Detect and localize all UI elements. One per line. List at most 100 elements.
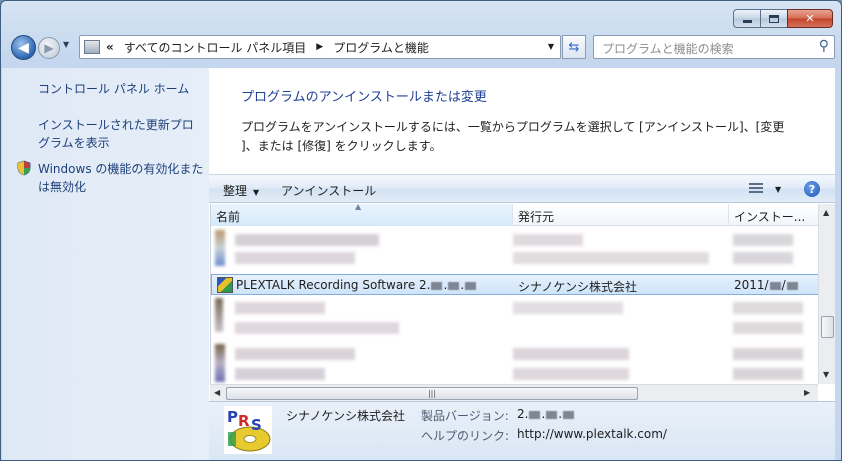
windows-features-link-line2[interactable]: は無効化 [38, 178, 86, 196]
forward-arrow-icon: ▶ [44, 41, 54, 55]
breadcrumb-overflow[interactable]: « [106, 40, 114, 54]
minimize-icon [742, 20, 752, 23]
program-name-text: PLEXTALK Recording Software 2. [236, 278, 431, 292]
svg-text:S: S [251, 416, 262, 434]
close-icon: ✕ [805, 12, 815, 25]
redacted-program-icon [215, 344, 225, 382]
redacted-text [235, 252, 355, 264]
windows-features-link[interactable]: Windows の機能の有効化また [38, 160, 203, 178]
help-link-value[interactable]: http://www.plextalk.com/ [517, 427, 667, 441]
column-publisher[interactable]: 発行元 [513, 204, 729, 226]
main-content: プログラムのアンインストールまたは変更 プログラムをアンインストールするには、一… [209, 68, 835, 460]
search-input[interactable]: プログラムと機能の検索 ⚲ [593, 35, 835, 59]
close-button[interactable]: ✕ [787, 9, 833, 28]
redacted-text [513, 302, 623, 314]
view-installed-updates-link[interactable]: インストールされた更新プロ [38, 116, 194, 134]
refresh-button[interactable]: ⇆ [562, 35, 586, 59]
vertical-scrollbar[interactable]: ▲ ▼ [818, 204, 835, 384]
redacted-text [513, 234, 583, 246]
redacted-date [769, 281, 781, 290]
redacted-date [786, 281, 798, 290]
redacted-text [733, 252, 793, 264]
programs-list: 名前 ▲ 発行元 インストー... PLEXTALK Recording Sof… [210, 202, 819, 384]
redacted-text [513, 368, 629, 380]
control-panel-home-link[interactable]: コントロール パネル ホーム [38, 80, 189, 98]
redacted-program-icon [215, 298, 223, 332]
version-value-text: 2. [517, 407, 529, 421]
version-label: 製品バージョン: [421, 409, 509, 423]
left-task-pane: コントロール パネル ホーム インストールされた更新プロ グラムを表示 Wind… [2, 68, 209, 460]
program-installed-date: 2011// [734, 278, 799, 292]
organize-button[interactable]: 整理 ▼ [223, 182, 259, 199]
redacted-version [529, 410, 541, 419]
back-arrow-icon: ◀ [18, 39, 29, 56]
view-options-dropdown-icon[interactable]: ▼ [775, 185, 781, 194]
redacted-text [235, 302, 325, 314]
navigation-bar: ◀ ▶ ▼ « すべてのコントロール パネル項目 ▶ プログラムと機能 ▼ ⇆ … [9, 34, 835, 60]
redacted-version [465, 281, 477, 290]
search-icon[interactable]: ⚲ [819, 38, 829, 54]
redacted-text [733, 302, 803, 314]
scroll-up-icon[interactable]: ▲ [823, 208, 829, 217]
help-link-label: ヘルプのリンク: [421, 429, 510, 443]
redacted-text [733, 322, 803, 334]
caption-buttons: ✕ [733, 9, 833, 28]
minimize-button[interactable] [733, 9, 760, 28]
change-view-icon[interactable] [749, 183, 763, 195]
horizontal-scrollbar[interactable]: ◀ ||| ▶ [210, 384, 818, 401]
description-line-2: ]、または [修復] をクリックします。 [241, 139, 442, 153]
maximize-icon [769, 14, 779, 23]
program-publisher: シナノケンシ株式会社 [518, 280, 638, 294]
programs-window: ✕ ◀ ▶ ▼ « すべてのコントロール パネル項目 ▶ プログラムと機能 ▼ … [0, 0, 842, 461]
refresh-icon: ⇆ [568, 39, 580, 55]
list-item[interactable] [211, 298, 819, 384]
redacted-text [235, 368, 325, 380]
list-item[interactable] [211, 230, 819, 270]
redacted-text [235, 348, 355, 360]
forward-button[interactable]: ▶ [38, 37, 60, 59]
command-bar: 整理 ▼ アンインストール ▼ ? [209, 174, 835, 203]
version-value: 2... [517, 407, 575, 421]
breadcrumb-separator-icon[interactable]: ▶ [316, 42, 323, 52]
breadcrumb-programs[interactable]: プログラムと機能 [333, 39, 429, 56]
redacted-program-icon [215, 230, 225, 266]
breadcrumb-all-items[interactable]: すべてのコントロール パネル項目 [124, 39, 307, 56]
column-installed-on[interactable]: インストー... [729, 204, 819, 226]
page-title: プログラムのアンインストールまたは変更 [241, 90, 487, 105]
vertical-scroll-thumb[interactable] [821, 316, 834, 338]
control-panel-icon [84, 40, 100, 54]
column-name[interactable]: 名前 ▲ [211, 202, 513, 226]
recent-pages-dropdown-icon[interactable]: ▼ [63, 40, 69, 49]
column-name-label: 名前 [216, 210, 241, 224]
list-header: 名前 ▲ 発行元 インストー... [211, 202, 819, 226]
scroll-right-icon[interactable]: ▶ [804, 388, 810, 397]
back-button[interactable]: ◀ [11, 35, 36, 60]
scroll-down-icon[interactable]: ▼ [823, 370, 829, 379]
selected-program-row[interactable]: PLEXTALK Recording Software 2... シナノケンシ株… [211, 274, 819, 295]
prs-logo-icon: P R S [224, 406, 272, 454]
organize-dropdown-icon: ▼ [253, 188, 260, 197]
redacted-text [513, 252, 709, 264]
description-line-1: プログラムをアンインストールするには、一覧からプログラムを選択して [アンインス… [241, 120, 785, 134]
redacted-version [448, 281, 460, 290]
scroll-left-icon[interactable]: ◀ [214, 388, 220, 397]
maximize-button[interactable] [760, 9, 787, 28]
redacted-version [563, 410, 575, 419]
program-name: PLEXTALK Recording Software 2... [236, 278, 477, 292]
details-publisher: シナノケンシ株式会社 [286, 409, 406, 423]
redacted-text [235, 322, 399, 334]
svg-text:R: R [238, 412, 250, 430]
help-icon[interactable]: ? [804, 181, 820, 197]
sort-ascending-icon: ▲ [355, 202, 362, 211]
horizontal-scroll-thumb[interactable]: ||| [226, 387, 638, 400]
address-dropdown-icon[interactable]: ▼ [548, 42, 554, 51]
uac-shield-icon [17, 160, 31, 176]
redacted-text [733, 368, 803, 380]
plextalk-program-icon [217, 277, 233, 293]
view-installed-updates-link-line2[interactable]: グラムを表示 [38, 134, 110, 152]
svg-text:P: P [227, 408, 238, 426]
organize-label: 整理 [223, 184, 248, 198]
uninstall-button[interactable]: アンインストール [281, 182, 376, 199]
address-bar[interactable]: « すべてのコントロール パネル項目 ▶ プログラムと機能 ▼ [79, 35, 561, 59]
installed-date-text: 2011/ [734, 278, 769, 292]
